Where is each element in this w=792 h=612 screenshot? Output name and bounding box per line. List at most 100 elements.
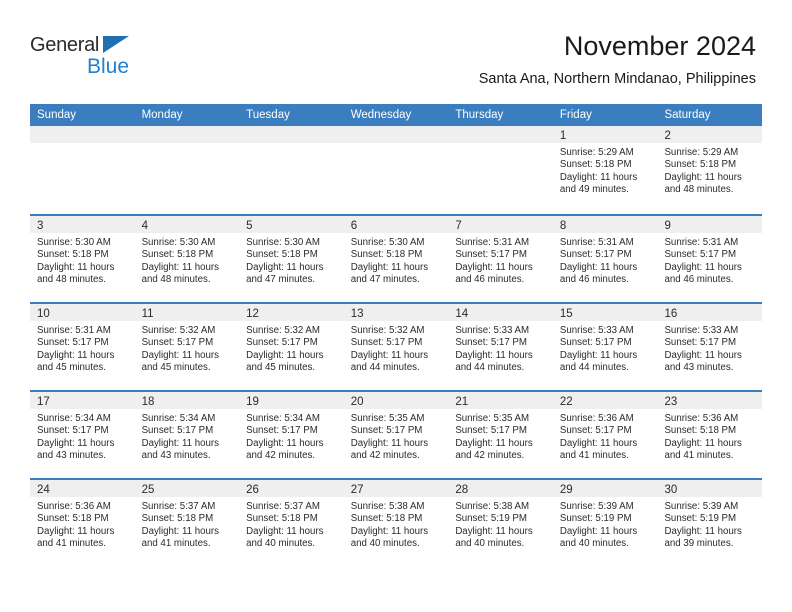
page-subtitle: Santa Ana, Northern Mindanao, Philippine…	[478, 71, 756, 87]
sunrise-text: Sunrise: 5:37 AM	[141, 501, 216, 512]
sunrise-text: Sunrise: 5:30 AM	[141, 237, 216, 248]
daylight-text: Daylight: 11 hours and 40 minutes.	[246, 525, 324, 549]
calendar-day-cell[interactable]: 16 Sunrise: 5:33 AM Sunset: 5:17 PM Dayligh…	[657, 304, 763, 390]
calendar-day-cell[interactable]: 22 Sunrise: 5:36 AM Sunset: 5:17 PM Dayligh…	[552, 392, 658, 478]
weekday-header-tuesday: Tuesday	[246, 109, 290, 121]
sunset-text: Sunset: 5:17 PM	[664, 249, 737, 261]
day-number: 7	[455, 220, 462, 232]
sunrise-text: Sunrise: 5:38 AM	[350, 501, 425, 512]
calendar-day-cell[interactable]: 5 Sunrise: 5:30 AM Sunset: 5:18 PM Daylight…	[239, 216, 344, 302]
logo-triangle-icon	[103, 36, 129, 53]
calendar-day-cell[interactable]: 4 Sunrise: 5:30 AM Sunset: 5:18 PM Daylight…	[134, 216, 240, 302]
calendar-day-cell[interactable]: 21 Sunrise: 5:35 AM Sunset: 5:17 PM Dayligh…	[448, 392, 553, 478]
daylight-text: Daylight: 11 hours and 47 minutes.	[350, 261, 429, 285]
calendar-day-cell[interactable]: 17 Sunrise: 5:34 AM Sunset: 5:17 PM Dayligh…	[30, 392, 135, 478]
day-number: 30	[664, 484, 678, 496]
calendar-day-cell[interactable]: 18 Sunrise: 5:34 AM Sunset: 5:17 PM Dayligh…	[134, 392, 240, 478]
sunset-text: Sunset: 5:18 PM	[559, 159, 632, 171]
day-number-band: 18	[134, 392, 240, 409]
calendar-day-cell[interactable]: 26 Sunrise: 5:37 AM Sunset: 5:18 PM Dayligh…	[239, 480, 344, 566]
day-sun-info: Sunrise: 5:30 AM Sunset: 5:18 PM Daylight:…	[344, 233, 449, 286]
sunrise-text: Sunrise: 5:29 AM	[559, 147, 634, 158]
calendar-day-cell[interactable]: 28 Sunrise: 5:38 AM Sunset: 5:19 PM Dayligh…	[448, 480, 553, 566]
daylight-text: Daylight: 11 hours and 48 minutes.	[664, 171, 742, 195]
calendar-day-cell[interactable]: 10 Sunrise: 5:31 AM Sunset: 5:17 PM Dayligh…	[30, 304, 135, 390]
calendar-day-cell[interactable]: 12 Sunrise: 5:32 AM Sunset: 5:17 PM Dayligh…	[239, 304, 344, 390]
calendar-day-cell[interactable]: 1 Sunrise: 5:29 AM Sunset: 5:18 PM Daylight…	[552, 126, 658, 214]
day-number-band: 30	[657, 480, 763, 497]
calendar-day-cell[interactable]: 25 Sunrise: 5:37 AM Sunset: 5:18 PM Dayligh…	[134, 480, 240, 566]
day-number-band: 13	[343, 304, 449, 321]
sunset-text: Sunset: 5:19 PM	[455, 513, 527, 525]
calendar-day-cell[interactable]: 27 Sunrise: 5:38 AM Sunset: 5:18 PM Dayligh…	[343, 480, 449, 566]
calendar-day-cell[interactable]: 3 Sunrise: 5:30 AM Sunset: 5:18 PM Daylight…	[30, 216, 135, 302]
sunrise-text: Sunrise: 5:34 AM	[141, 413, 216, 424]
day-sun-info: Sunrise: 5:37 AM Sunset: 5:18 PM Daylight:…	[135, 497, 240, 550]
sunrise-text: Sunrise: 5:36 AM	[664, 413, 739, 424]
sunset-text: Sunset: 5:18 PM	[350, 513, 423, 525]
daylight-text: Daylight: 11 hours and 40 minutes.	[559, 525, 638, 549]
weekday-header-friday: Friday	[559, 109, 592, 121]
day-sun-info: Sunrise: 5:31 AM Sunset: 5:17 PM Daylight:…	[448, 233, 553, 286]
day-number-band: 29	[552, 480, 658, 497]
sunrise-text: Sunrise: 5:31 AM	[455, 237, 530, 248]
day-number: 6	[350, 220, 358, 232]
sunset-text: Sunset: 5:17 PM	[141, 337, 214, 349]
day-number-band: 24	[30, 480, 135, 497]
weekday-header-sunday: Sunday	[37, 109, 77, 121]
day-number-band: 12	[239, 304, 344, 321]
calendar-day-cell[interactable]: 19 Sunrise: 5:34 AM Sunset: 5:17 PM Dayligh…	[239, 392, 344, 478]
day-number: 11	[141, 308, 154, 320]
daylight-text: Daylight: 11 hours and 48 minutes.	[37, 261, 115, 285]
day-number: 19	[246, 396, 259, 408]
sunset-text: Sunset: 5:17 PM	[37, 337, 109, 349]
sunset-text: Sunset: 5:17 PM	[664, 337, 737, 349]
calendar-day-cell[interactable]: 2 Sunrise: 5:29 AM Sunset: 5:18 PM Daylight…	[657, 126, 763, 214]
day-sun-info: Sunrise: 5:30 AM Sunset: 5:18 PM Daylight:…	[30, 233, 135, 286]
calendar-day-cell[interactable]: 30 Sunrise: 5:39 AM Sunset: 5:19 PM Dayligh…	[657, 480, 763, 566]
daylight-text: Daylight: 11 hours and 46 minutes.	[455, 261, 533, 285]
day-number-band: 3	[30, 216, 135, 233]
day-number: 3	[37, 220, 44, 232]
calendar-grid: Sunday Monday Tuesday Wednesday Thursday Frid…	[30, 104, 763, 566]
day-number: 25	[141, 484, 155, 496]
sunset-text: Sunset: 5:18 PM	[664, 159, 737, 171]
day-sun-info: Sunrise: 5:31 AM Sunset: 5:17 PM Daylight:…	[30, 321, 135, 374]
calendar-day-cell[interactable]: 13 Sunrise: 5:32 AM Sunset: 5:17 PM Dayligh…	[343, 304, 449, 390]
day-number-band: 26	[239, 480, 344, 497]
sunrise-text: Sunrise: 5:32 AM	[350, 325, 425, 336]
day-sun-info: Sunrise: 5:34 AM Sunset: 5:17 PM Daylight:…	[30, 409, 135, 462]
daylight-text: Daylight: 11 hours and 40 minutes.	[455, 525, 533, 549]
day-number: 22	[559, 396, 573, 408]
day-number: 16	[664, 308, 678, 320]
day-number-band: 28	[448, 480, 553, 497]
day-number-band: 17	[30, 392, 135, 409]
day-sun-info: Sunrise: 5:36 AM Sunset: 5:17 PM Daylight:…	[553, 409, 658, 462]
day-number: 12	[246, 308, 259, 320]
sunset-text: Sunset: 5:19 PM	[664, 513, 737, 525]
day-sun-info: Sunrise: 5:33 AM Sunset: 5:17 PM Daylight:…	[657, 321, 762, 374]
calendar-page: General Blue November 2024 Santa Ana, No…	[0, 0, 792, 612]
sunset-text: Sunset: 5:18 PM	[664, 425, 737, 437]
day-number-band	[30, 126, 135, 143]
calendar-day-cell[interactable]: 24 Sunrise: 5:36 AM Sunset: 5:18 PM Dayligh…	[30, 480, 135, 566]
calendar-day-cell[interactable]: 8 Sunrise: 5:31 AM Sunset: 5:17 PM Daylight…	[552, 216, 658, 302]
sunrise-text: Sunrise: 5:36 AM	[37, 501, 111, 512]
calendar-day-cell[interactable]: 23 Sunrise: 5:36 AM Sunset: 5:18 PM Dayligh…	[657, 392, 763, 478]
day-number-band: 1	[552, 126, 658, 143]
calendar-day-cell[interactable]: 6 Sunrise: 5:30 AM Sunset: 5:18 PM Daylight…	[343, 216, 449, 302]
sunrise-text: Sunrise: 5:34 AM	[246, 413, 320, 424]
sunset-text: Sunset: 5:18 PM	[141, 513, 214, 525]
calendar-day-cell[interactable]: 20 Sunrise: 5:35 AM Sunset: 5:17 PM Dayligh…	[343, 392, 449, 478]
calendar-day-cell[interactable]: 7 Sunrise: 5:31 AM Sunset: 5:17 PM Daylight…	[448, 216, 553, 302]
daylight-text: Daylight: 11 hours and 45 minutes.	[246, 349, 324, 373]
calendar-day-cell[interactable]: 11 Sunrise: 5:32 AM Sunset: 5:17 PM Dayligh…	[134, 304, 240, 390]
sunrise-text: Sunrise: 5:33 AM	[559, 325, 634, 336]
daylight-text: Daylight: 11 hours and 39 minutes.	[664, 525, 742, 549]
calendar-day-cell[interactable]: 14 Sunrise: 5:33 AM Sunset: 5:17 PM Dayligh…	[448, 304, 553, 390]
day-sun-info: Sunrise: 5:35 AM Sunset: 5:17 PM Daylight:…	[344, 409, 449, 462]
calendar-day-cell[interactable]: 15 Sunrise: 5:33 AM Sunset: 5:17 PM Dayligh…	[552, 304, 658, 390]
weekday-header-wednesday: Wednesday	[350, 109, 412, 121]
calendar-day-cell[interactable]: 29 Sunrise: 5:39 AM Sunset: 5:19 PM Dayligh…	[552, 480, 658, 566]
calendar-day-cell[interactable]: 9 Sunrise: 5:31 AM Sunset: 5:17 PM Daylight…	[657, 216, 763, 302]
